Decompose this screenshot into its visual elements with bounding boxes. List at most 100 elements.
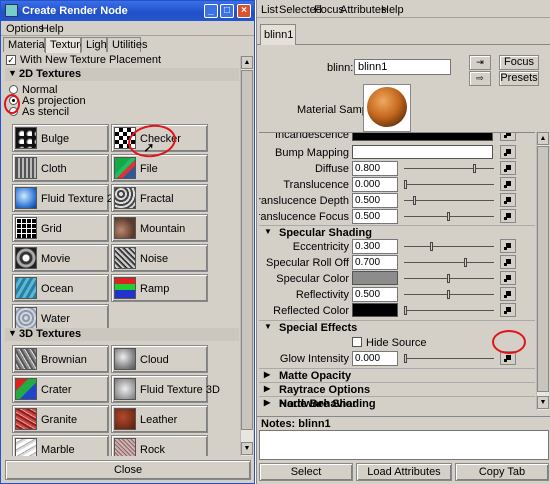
grid-button[interactable]: Grid	[12, 214, 109, 242]
section-matte-opacity[interactable]: ▶ Matte Opacity	[259, 368, 535, 382]
copy-tab-button[interactable]: Copy Tab	[455, 463, 549, 481]
rock-button[interactable]: Rock	[111, 435, 208, 456]
mountain-button[interactable]: Mountain	[111, 214, 208, 242]
load-attributes-button[interactable]: Load Attributes	[356, 463, 452, 481]
texture-list-scrollbar[interactable]: ▲ ▼	[240, 56, 253, 456]
tab-utilities[interactable]: Utilities	[107, 37, 147, 52]
map-button-icon[interactable]	[500, 177, 516, 191]
slider-knob[interactable]	[430, 242, 433, 251]
map-button-icon[interactable]	[500, 209, 516, 223]
granite-button[interactable]: Granite	[12, 405, 109, 433]
fractal-button[interactable]: Fractal	[111, 184, 208, 212]
scroll-down-icon[interactable]: ▼	[537, 396, 549, 409]
crater-button[interactable]: Crater	[12, 375, 109, 403]
glow-intensity-field[interactable]: 0.000	[352, 351, 398, 366]
maximize-icon[interactable]: □	[220, 4, 234, 18]
menu-attributes[interactable]: Attributes	[340, 4, 386, 16]
presets-button[interactable]: Presets	[499, 71, 539, 86]
slider-knob[interactable]	[447, 274, 450, 283]
map-button-icon[interactable]	[500, 239, 516, 253]
translucence-slider[interactable]	[404, 180, 494, 189]
reflectivity-field[interactable]: 0.500	[352, 287, 398, 302]
scroll-down-icon[interactable]: ▼	[241, 442, 253, 455]
texture-placement-checkbox[interactable]: ✓	[6, 55, 16, 65]
eccentricity-field[interactable]: 0.300	[352, 239, 398, 254]
tab-blinn1[interactable]: blinn1	[260, 24, 296, 45]
hide-source-checkbox[interactable]	[352, 337, 362, 347]
map-button-icon[interactable]	[500, 255, 516, 269]
tab-textures[interactable]: Textures	[45, 37, 92, 53]
cloud-button[interactable]: Cloud	[111, 345, 208, 373]
map-button-icon[interactable]	[500, 271, 516, 285]
specular-roll-off-field[interactable]: 0.700	[352, 255, 398, 270]
section-special-effects[interactable]: ▼ Special Effects	[259, 320, 535, 334]
incandescence-swatch[interactable]	[352, 133, 493, 141]
slider-knob[interactable]	[404, 354, 407, 363]
glow-intensity-slider[interactable]	[404, 354, 494, 363]
section-specular-shading[interactable]: ▼ Specular Shading	[259, 225, 535, 239]
reflected-color-slider[interactable]	[404, 306, 494, 315]
movie-button[interactable]: Movie	[12, 244, 109, 272]
eccentricity-slider[interactable]	[404, 242, 494, 251]
map-button-icon[interactable]	[500, 303, 516, 317]
translucence-field[interactable]: 0.000	[352, 177, 398, 192]
brownian-button[interactable]: Brownian	[12, 345, 109, 373]
texture-placement-option[interactable]: ✓ With New Texture Placement	[6, 54, 246, 66]
menu-list[interactable]: List	[261, 4, 278, 16]
presets-arrow-icon[interactable]: ⇨	[469, 71, 491, 86]
section-2d-textures[interactable]: ▼ 2D Textures	[5, 68, 239, 81]
focus-arrow-icon[interactable]: ⇥	[469, 55, 491, 70]
menu-options[interactable]: Options	[6, 23, 44, 35]
reflected-color-swatch[interactable]	[352, 303, 398, 317]
notes-field[interactable]	[259, 430, 549, 460]
select-button[interactable]: Select	[259, 463, 353, 481]
attribute-scrollbar[interactable]: ▲ ▼	[536, 132, 549, 410]
map-button-icon[interactable]	[500, 161, 516, 175]
scroll-up-icon[interactable]: ▲	[241, 56, 253, 69]
diffuse-field[interactable]: 0.800	[352, 161, 398, 176]
diffuse-slider[interactable]	[404, 164, 494, 173]
menu-help[interactable]: Help	[41, 23, 64, 35]
ramp-button[interactable]: Ramp	[111, 274, 208, 302]
section-hardware-shading[interactable]: ▶ Hardware Shading	[259, 396, 535, 410]
specular-color-slider[interactable]	[404, 274, 494, 283]
specular-color-swatch[interactable]	[352, 271, 398, 285]
leather-button[interactable]: Leather	[111, 405, 208, 433]
map-button-icon[interactable]	[500, 133, 516, 141]
file-button[interactable]: File	[111, 154, 208, 182]
tab-materials[interactable]: Materials	[3, 37, 53, 52]
scrollbar-thumb[interactable]	[537, 146, 549, 392]
slider-knob[interactable]	[447, 212, 450, 221]
bump-mapping-field[interactable]	[352, 145, 493, 159]
radio-button[interactable]	[9, 85, 18, 94]
slider-knob[interactable]	[447, 290, 450, 299]
map-button-icon[interactable]	[500, 145, 516, 159]
translucence-focus-field[interactable]: 0.500	[352, 209, 398, 224]
slider-knob[interactable]	[413, 196, 416, 205]
section-3d-textures[interactable]: ▼ 3D Textures	[5, 328, 239, 341]
reflectivity-slider[interactable]	[404, 290, 494, 299]
translucence-focus-slider[interactable]	[404, 212, 494, 221]
cloth-button[interactable]: Cloth	[12, 154, 109, 182]
tab-lights[interactable]: Lights	[81, 37, 115, 52]
close-icon[interactable]: ×	[237, 4, 251, 18]
focus-button[interactable]: Focus	[499, 55, 539, 70]
slider-knob[interactable]	[404, 180, 407, 189]
bulge-button[interactable]: Bulge	[12, 124, 109, 152]
node-name-field[interactable]: blinn1	[354, 59, 451, 75]
slider-knob[interactable]	[473, 164, 476, 173]
slider-knob[interactable]	[464, 258, 467, 267]
menu-help[interactable]: Help	[381, 4, 404, 16]
close-button[interactable]: Close	[5, 460, 251, 480]
translucence-depth-field[interactable]: 0.500	[352, 193, 398, 208]
noise-button[interactable]: Noise	[111, 244, 208, 272]
scroll-up-icon[interactable]: ▲	[537, 132, 549, 145]
scrollbar-thumb[interactable]	[241, 70, 253, 430]
minimize-icon[interactable]: _	[204, 4, 218, 18]
section-raytrace-options[interactable]: ▶ Raytrace Options	[259, 382, 535, 396]
specular-roll-off-slider[interactable]	[404, 258, 494, 267]
fluid-texture-2d-button[interactable]: Fluid Texture 2D	[12, 184, 121, 212]
map-button-icon[interactable]	[500, 193, 516, 207]
marble-button[interactable]: Marble	[12, 435, 109, 456]
title-bar[interactable]: Create Render Node _ □ ×	[1, 1, 254, 21]
